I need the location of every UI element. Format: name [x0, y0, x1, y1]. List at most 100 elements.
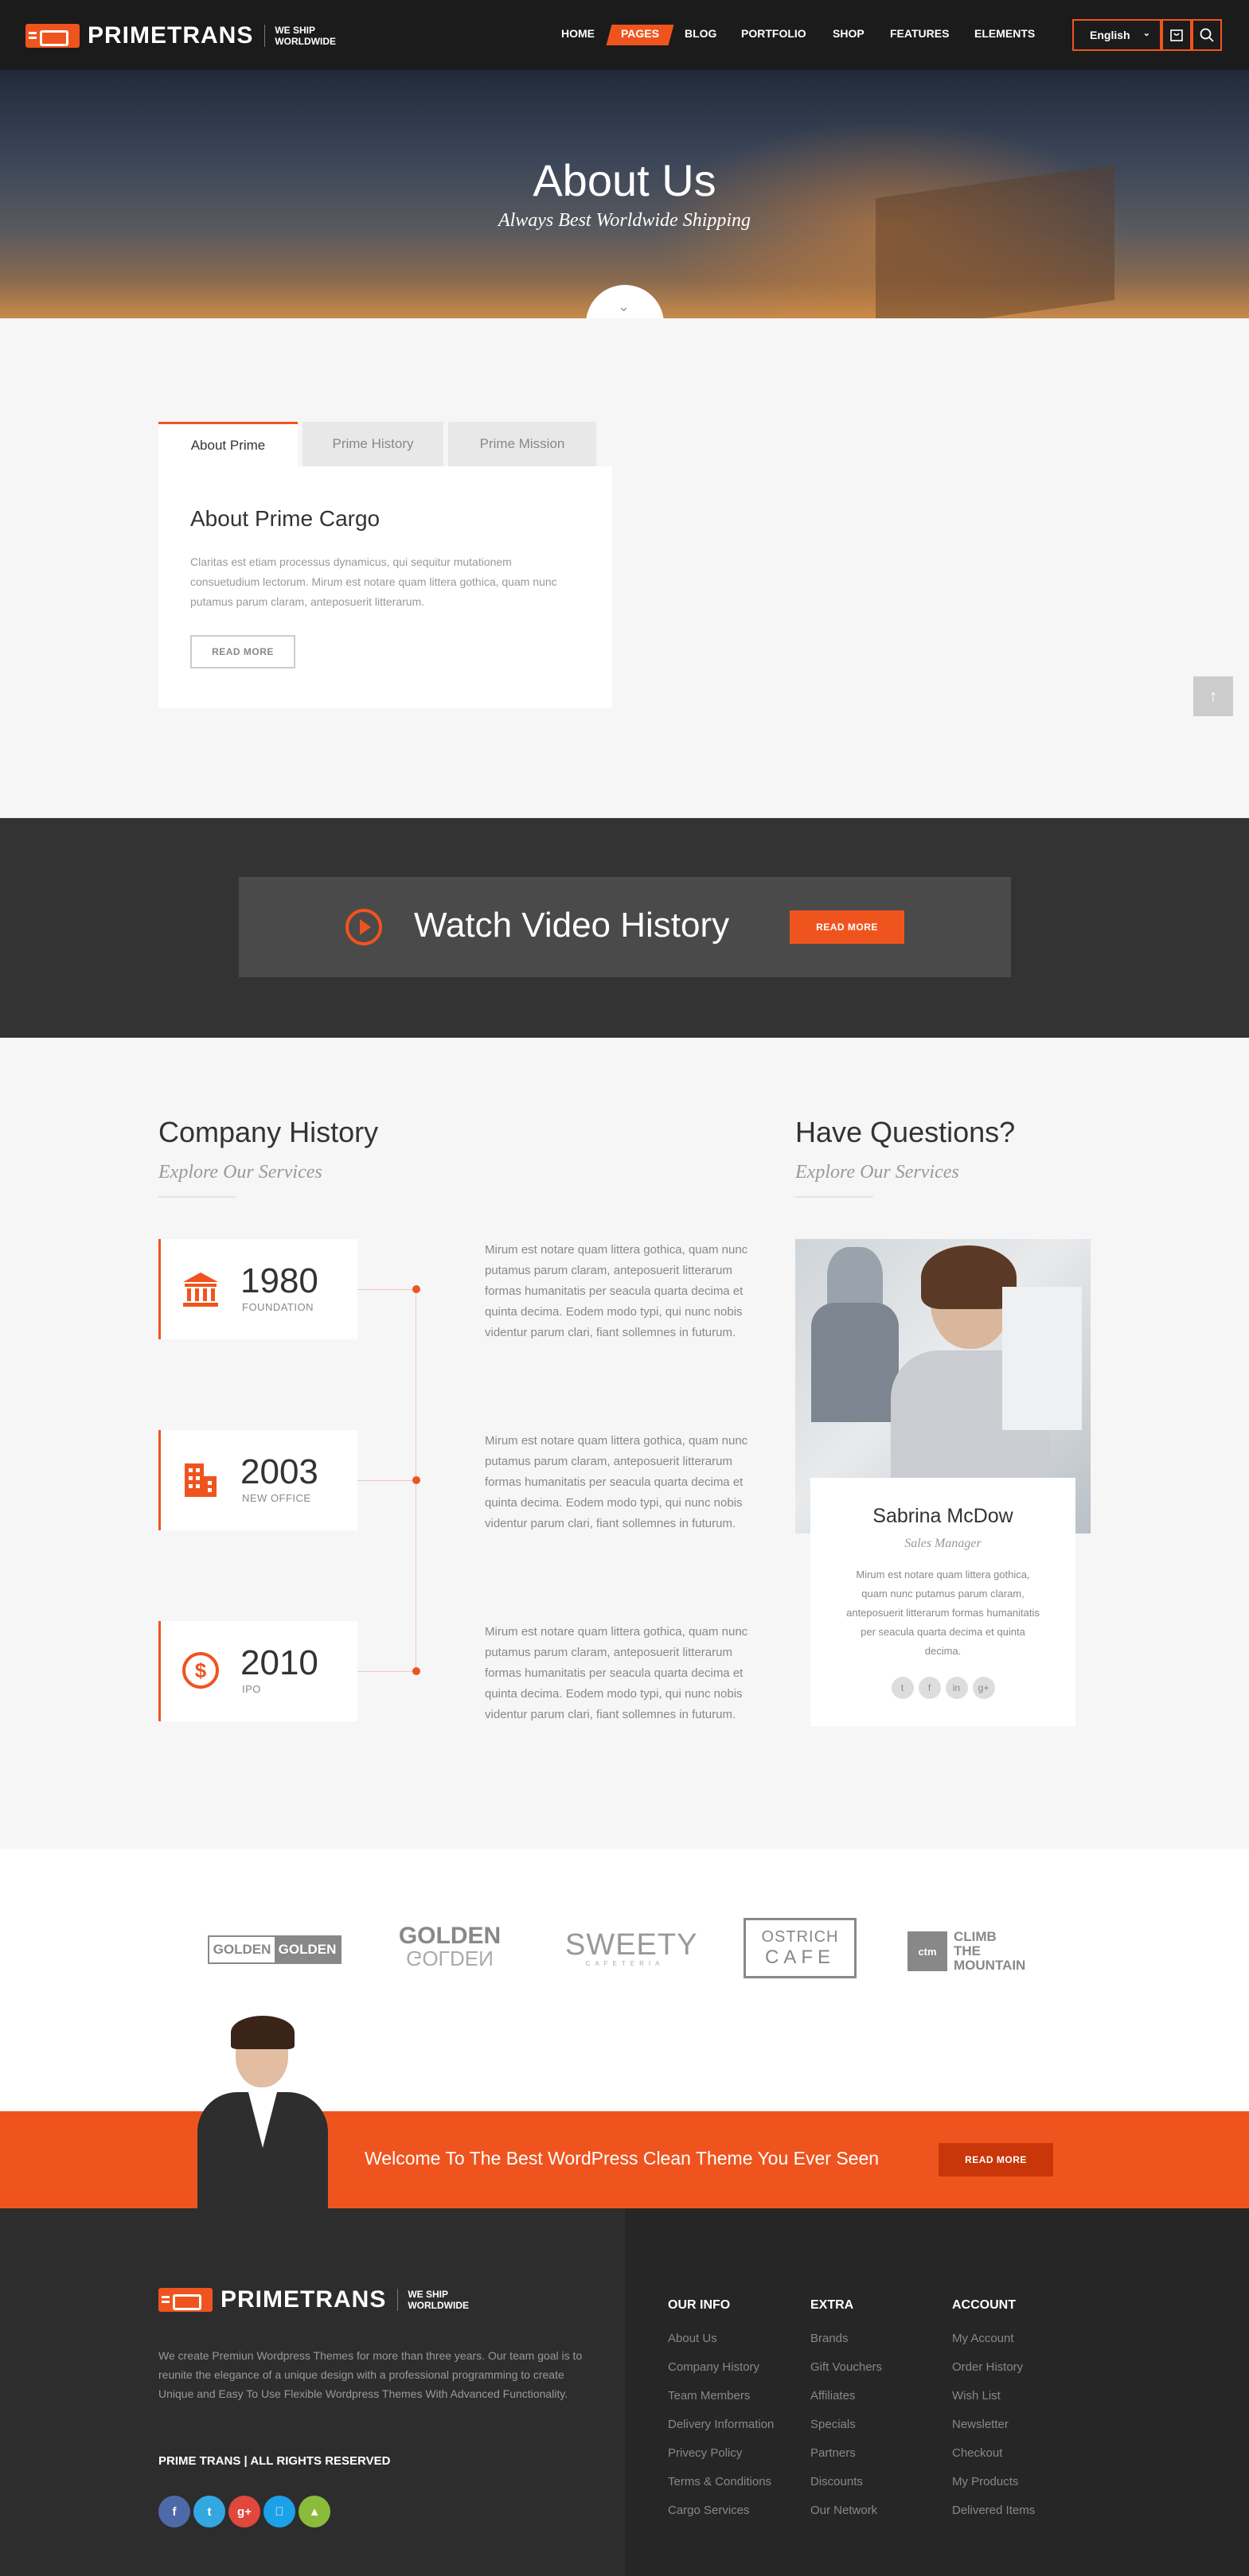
- tab-prime-mission[interactable]: Prime Mission: [448, 422, 596, 466]
- logo-tagline: WE SHIP WORLDWIDE: [397, 2289, 469, 2311]
- card-text: Claritas est etiam processus dynamicus, …: [190, 555, 557, 608]
- footer-link[interactable]: Our Network: [810, 2504, 877, 2517]
- facebook-icon[interactable]: f: [158, 2496, 190, 2527]
- back-to-top-button[interactable]: ↑: [1193, 676, 1233, 716]
- woman-hair: [231, 2016, 295, 2049]
- footer-link[interactable]: Cargo Services: [668, 2504, 750, 2517]
- linkedin-icon[interactable]: in: [945, 1677, 968, 1699]
- logo-text: PRIMETRANS: [88, 22, 254, 49]
- language-label: English: [1090, 29, 1130, 41]
- google-plus-icon[interactable]: g+: [228, 2496, 260, 2527]
- nav-features[interactable]: FEATURES: [890, 27, 949, 40]
- footer-logo[interactable]: PRIMETRANS WE SHIP WORLDWIDE: [158, 2286, 469, 2313]
- history-item-1980: 1980 FOUNDATION: [158, 1239, 357, 1339]
- tab-prime-history[interactable]: Prime History: [302, 422, 443, 466]
- footer-link[interactable]: Terms & Conditions: [668, 2475, 771, 2488]
- video-banner: Watch Video History READ MORE: [239, 877, 1011, 977]
- footer-link[interactable]: Specials: [810, 2418, 856, 2431]
- tab-about-prime[interactable]: About Prime: [158, 422, 298, 466]
- brand-logo-ostrich[interactable]: OSTRICH CAFE: [744, 1918, 857, 1978]
- brand-logo-golden-2[interactable]: GOLDEN GOLDEN: [396, 1923, 503, 1971]
- scroll-down-button[interactable]: ⌄: [586, 285, 664, 318]
- nav-blog[interactable]: BLOG: [685, 27, 716, 40]
- brand-text: CAFE: [764, 1947, 835, 1968]
- contact-card: Sabrina McDow Sales Manager Mirum est no…: [810, 1478, 1075, 1726]
- brand-text: GOLDEN: [398, 1923, 502, 1949]
- tagline-line-2: WORLDWIDE: [408, 2300, 469, 2311]
- footer-link[interactable]: About Us: [668, 2332, 717, 2345]
- nav-pages[interactable]: PAGES: [621, 27, 659, 40]
- history-year: 2003: [240, 1452, 318, 1491]
- footer-link[interactable]: Team Members: [668, 2389, 750, 2403]
- nav-elements[interactable]: ELEMENTS: [974, 27, 1035, 40]
- timeline-connector: [357, 1671, 413, 1672]
- site-header: PRIMETRANS WE SHIP WORLDWIDE HOME PAGES B…: [0, 0, 1249, 70]
- android-icon[interactable]: ▲: [299, 2496, 330, 2527]
- questions-title: Have Questions?: [795, 1116, 1016, 1148]
- apple-icon[interactable]: : [263, 2496, 295, 2527]
- site-logo[interactable]: PRIMETRANS WE SHIP WORLDWIDE: [25, 22, 336, 49]
- chevron-down-icon: ⌄: [1142, 29, 1150, 38]
- twitter-icon[interactable]: t: [891, 1677, 914, 1699]
- history-label: FOUNDATION: [242, 1301, 314, 1313]
- footer-link[interactable]: Affiliates: [810, 2389, 855, 2403]
- brands-section: GOLDEN GOLDEN GOLDEN GOLDEN SWEETY CAFET…: [0, 1849, 1249, 2111]
- timeline-connector: [357, 1480, 413, 1481]
- cta-read-more-button[interactable]: READ MORE: [939, 2143, 1053, 2177]
- footer-link[interactable]: My Products: [952, 2475, 1018, 2488]
- nav-portfolio[interactable]: PORTFOLIO: [741, 27, 806, 40]
- footer-social: f t g+  ▲: [158, 2496, 334, 2527]
- twitter-icon[interactable]: t: [193, 2496, 225, 2527]
- history-text: Mirum est notare quam littera gothica, q…: [485, 1625, 748, 1721]
- timeline-dot: [412, 1476, 420, 1484]
- footer-link[interactable]: Checkout: [952, 2446, 1002, 2460]
- chevron-down-icon: ⌄: [618, 298, 630, 314]
- footer-link[interactable]: Delivery Information: [668, 2418, 774, 2431]
- read-more-button[interactable]: READ MORE: [190, 635, 295, 668]
- cta-bar: Welcome To The Best WordPress Clean Them…: [0, 2111, 1249, 2208]
- history-label: IPO: [242, 1683, 261, 1695]
- google-plus-icon[interactable]: g+: [972, 1677, 995, 1699]
- footer-link[interactable]: My Account: [952, 2332, 1014, 2345]
- bank-icon: [183, 1272, 218, 1307]
- brand-logo-golden-1[interactable]: GOLDEN GOLDEN: [208, 1935, 342, 1964]
- timeline-connector: [357, 1289, 413, 1290]
- brand-badge: ctm: [907, 1931, 947, 1971]
- footer-link[interactable]: Brands: [810, 2332, 849, 2345]
- footer-link[interactable]: Company History: [668, 2360, 759, 2374]
- footer-link[interactable]: Delivered Items: [952, 2504, 1035, 2517]
- footer-link[interactable]: Newsletter: [952, 2418, 1009, 2431]
- facebook-icon[interactable]: f: [918, 1677, 941, 1699]
- brand-text: OSTRICH: [761, 1928, 839, 1946]
- nav-home[interactable]: HOME: [561, 27, 595, 40]
- hero-banner: About Us Always Best Worldwide Shipping …: [0, 70, 1249, 318]
- woman-portrait-image: [189, 2016, 336, 2208]
- brand-line: THE: [954, 1943, 981, 1958]
- history-year: 2010: [240, 1643, 318, 1682]
- contact-text: Mirum est notare quam littera gothica, q…: [846, 1569, 1040, 1657]
- video-title: Watch Video History: [414, 906, 730, 945]
- cart-button[interactable]: [1161, 19, 1192, 51]
- footer-col-title: EXTRA: [810, 2298, 854, 2312]
- language-select[interactable]: English ⌄: [1072, 19, 1161, 51]
- brand-logo-sweety[interactable]: SWEETY CAFETERIA: [565, 1930, 697, 1967]
- footer-link[interactable]: Wish List: [952, 2389, 1001, 2403]
- play-icon[interactable]: [344, 907, 384, 947]
- svg-text:$: $: [195, 1658, 207, 1682]
- nav-shop[interactable]: SHOP: [833, 27, 865, 40]
- card-title: About Prime Cargo: [190, 506, 381, 531]
- logo-text: PRIMETRANS: [221, 2286, 387, 2313]
- history-item-2010: $ 2010 IPO: [158, 1621, 357, 1721]
- footer-link[interactable]: Privecy Policy: [668, 2446, 742, 2460]
- computer-monitor: [1002, 1287, 1082, 1430]
- brand-logo-ctm[interactable]: ctm CLIMB THE MOUNTAIN: [907, 1927, 1025, 1975]
- footer-link[interactable]: Partners: [810, 2446, 856, 2460]
- footer-link[interactable]: Discounts: [810, 2475, 863, 2488]
- brand-line: CLIMB: [954, 1929, 997, 1944]
- questions-subtitle: Explore Our Services: [795, 1162, 959, 1183]
- video-read-more-button[interactable]: READ MORE: [790, 910, 904, 944]
- tagline-line-2: WORLDWIDE: [275, 36, 336, 47]
- footer-link[interactable]: Gift Vouchers: [810, 2360, 882, 2374]
- search-button[interactable]: [1192, 19, 1222, 51]
- footer-link[interactable]: Order History: [952, 2360, 1023, 2374]
